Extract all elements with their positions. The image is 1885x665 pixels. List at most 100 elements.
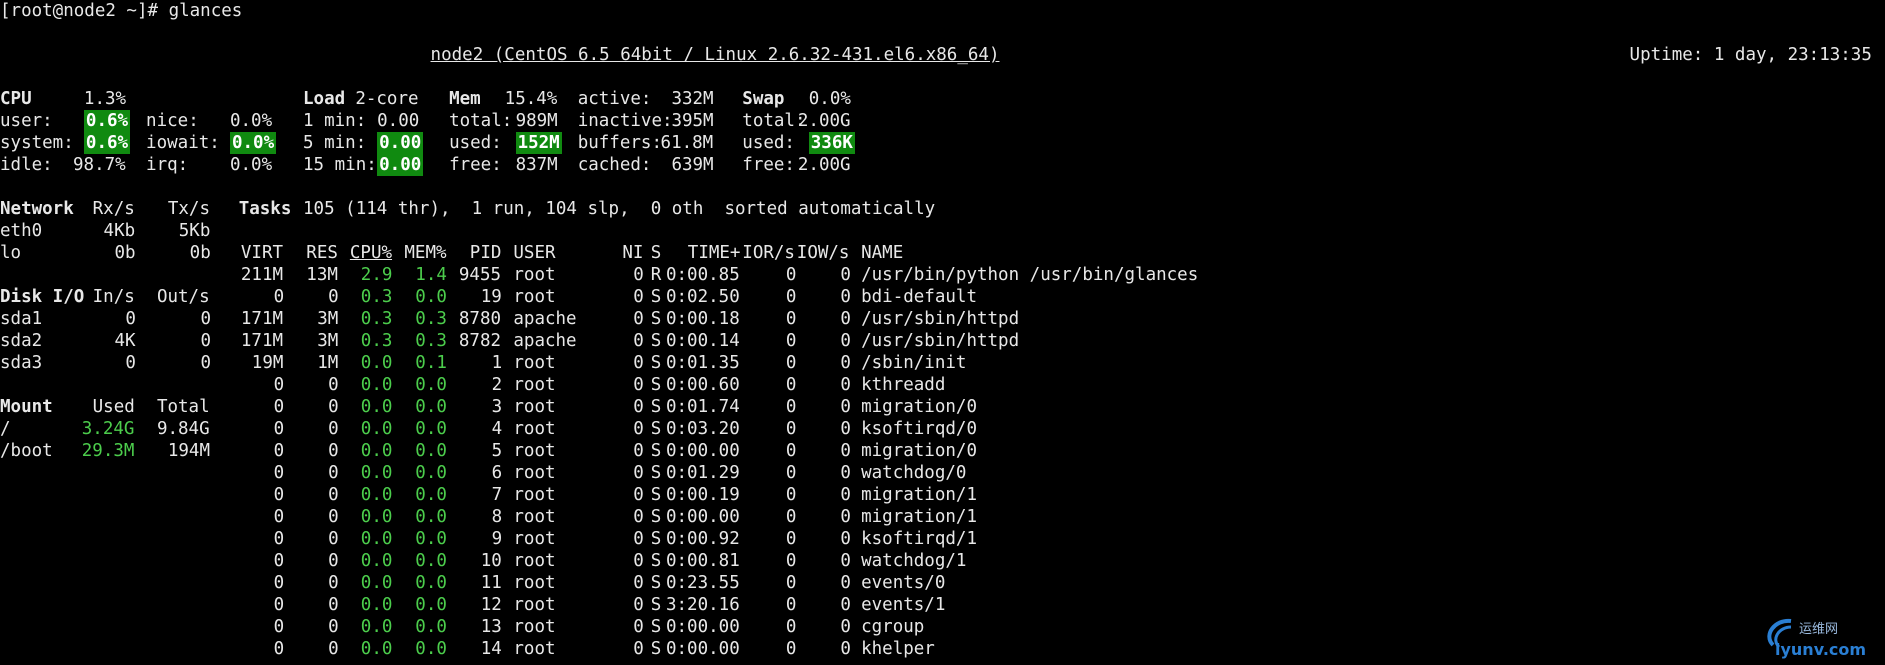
process-cell-name: khelper <box>861 639 935 659</box>
mem-stat-value: 837M <box>515 155 558 175</box>
process-cell-time: 0:01.74 <box>665 397 740 417</box>
process-cell-time: 0:00.14 <box>665 331 740 351</box>
process-cell-s: S <box>650 551 662 571</box>
disk-in: 0 <box>125 309 136 329</box>
disk-out: 0 <box>200 331 212 351</box>
process-cell-pid: 1 <box>491 353 503 373</box>
process-cell-ni: 0 <box>633 397 644 417</box>
process-cell-s: S <box>650 507 662 527</box>
cpu-stat-label: idle: <box>0 155 53 175</box>
process-cell-ni: 0 <box>633 617 644 637</box>
cpu-stat-label: system: <box>0 133 74 153</box>
process-cell-name: migration/1 <box>861 507 977 527</box>
process-cell-ior: 0 <box>785 265 797 285</box>
process-cell-mem: 0.0 <box>415 441 447 461</box>
cpu-stat-value: 98.7% <box>73 155 126 175</box>
process-cell-mem: 0.0 <box>415 463 447 483</box>
process-cell-ior: 0 <box>785 595 797 615</box>
load-stat-value: 0.00 <box>377 132 424 154</box>
process-cell-cpu: 0.0 <box>360 573 393 593</box>
mem-stat-label: active: <box>577 89 652 109</box>
process-cell-time: 0:00.81 <box>665 551 740 571</box>
process-cell-res: 0 <box>328 551 339 571</box>
swap-stat-label: used: <box>742 133 795 153</box>
process-cell-iow: 0 <box>840 441 851 461</box>
process-cell-res: 0 <box>328 617 339 637</box>
process-cell-user: root <box>513 507 556 527</box>
mem-stat-label: free: <box>449 155 502 175</box>
disk-col-in: In/s <box>92 287 135 307</box>
mount-total: 194M <box>167 441 211 461</box>
process-cell-ni: 0 <box>633 419 644 439</box>
process-cell-res: 3M <box>317 331 339 351</box>
process-cell-user: root <box>513 595 556 615</box>
process-cell-name: migration/0 <box>861 397 977 417</box>
mem-stat-label: cached: <box>577 155 652 175</box>
mem-label: Mem <box>449 89 481 109</box>
process-cell-cpu: 0.0 <box>360 639 393 659</box>
process-cell-user: apache <box>513 309 577 329</box>
process-cell-cpu: 0.0 <box>360 375 393 395</box>
process-header-col-user: USER <box>513 243 556 263</box>
load-stat-label: 1 min: <box>303 111 367 131</box>
process-cell-cpu: 0.0 <box>360 507 393 527</box>
process-cell-mem: 0.0 <box>415 419 447 439</box>
process-cell-s: S <box>650 375 662 395</box>
process-cell-pid: 9 <box>491 529 503 549</box>
process-cell-s: S <box>650 353 662 373</box>
process-cell-user: root <box>513 529 556 549</box>
process-cell-pid: 5 <box>491 441 503 461</box>
process-cell-ni: 0 <box>633 265 644 285</box>
process-cell-name: migration/0 <box>861 441 977 461</box>
process-cell-ni: 0 <box>633 507 644 527</box>
process-cell-res: 0 <box>328 529 339 549</box>
process-cell-s: S <box>650 287 662 307</box>
process-header-col-time: TIME+ <box>687 243 741 263</box>
tasks-summary: 105 (114 thr), 1 run, 104 slp, 0 oth sor… <box>303 199 936 219</box>
process-cell-ior: 0 <box>785 551 797 571</box>
process-cell-virt: 0 <box>273 507 285 527</box>
mem-stat-value: 332M <box>671 89 714 109</box>
process-cell-iow: 0 <box>840 529 851 549</box>
process-cell-virt: 0 <box>273 441 285 461</box>
cpu-stat-label: user: <box>0 111 53 131</box>
process-cell-res: 0 <box>328 507 339 527</box>
process-cell-virt: 0 <box>273 419 285 439</box>
process-cell-res: 0 <box>328 375 339 395</box>
process-cell-virt: 211M <box>240 265 284 285</box>
process-cell-cpu: 0.0 <box>360 529 393 549</box>
process-cell-name: /usr/sbin/httpd <box>861 309 1020 329</box>
terminal-window[interactable]: { "prompt": "[root@node2 ~]# glances", "… <box>0 0 1885 665</box>
process-cell-ior: 0 <box>785 463 797 483</box>
process-header-col-ior: IOR/s <box>742 243 795 263</box>
disk-device: sda1 <box>0 309 43 329</box>
process-cell-time: 0:00.00 <box>665 441 740 461</box>
process-cell-pid: 8782 <box>458 331 502 351</box>
load-stat-value: 0.00 <box>377 154 424 176</box>
mem-total: 15.4% <box>504 89 558 109</box>
process-cell-mem: 0.0 <box>415 573 447 593</box>
process-cell-ni: 0 <box>633 485 644 505</box>
process-cell-pid: 12 <box>480 595 502 615</box>
process-cell-name: /sbin/init <box>861 353 967 373</box>
process-cell-virt: 0 <box>273 529 285 549</box>
process-cell-user: root <box>513 353 556 373</box>
process-cell-pid: 13 <box>480 617 502 637</box>
process-header-col-virt: VIRT <box>240 243 284 263</box>
process-cell-user: apache <box>513 331 577 351</box>
mem-stat-value: 639M <box>671 155 714 175</box>
process-cell-cpu: 0.3 <box>360 287 393 307</box>
uptime-label: Uptime: 1 day, 23:13:35 <box>1629 45 1872 65</box>
svg-text:iyunv.com: iyunv.com <box>1775 640 1866 659</box>
process-cell-virt: 0 <box>273 551 285 571</box>
process-cell-name: kthreadd <box>861 375 946 395</box>
disk-device: sda3 <box>0 353 43 373</box>
network-col-tx: Tx/s <box>167 199 211 219</box>
swap-label: Swap <box>742 89 785 109</box>
process-cell-ni: 0 <box>633 309 644 329</box>
process-cell-ni: 0 <box>633 375 644 395</box>
process-cell-ior: 0 <box>785 331 797 351</box>
process-cell-cpu: 0.0 <box>360 551 393 571</box>
process-cell-time: 0:00.92 <box>665 529 740 549</box>
disk-out: 0 <box>200 353 212 373</box>
